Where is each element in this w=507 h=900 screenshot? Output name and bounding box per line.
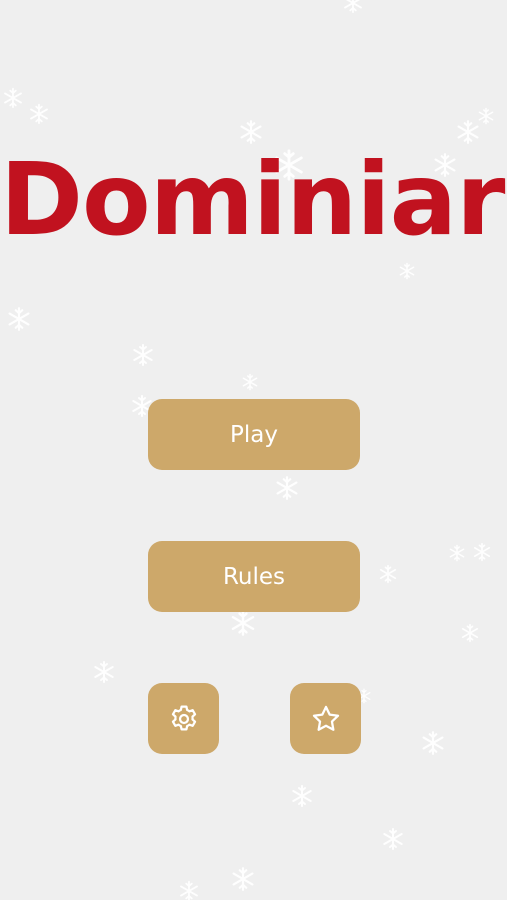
play-button-label: Play: [230, 421, 278, 448]
snowflake-icon: [229, 609, 257, 637]
snowflake-icon: [290, 784, 314, 808]
snowflake-icon: [448, 544, 466, 562]
play-button[interactable]: Play: [148, 399, 360, 470]
snowflake-icon: [241, 373, 259, 391]
snowflake-icon: [28, 103, 50, 125]
snowflake-icon: [2, 87, 24, 109]
snowflake-icon: [398, 262, 416, 280]
snowflake-icon: [131, 343, 155, 367]
settings-button[interactable]: [148, 683, 219, 754]
snowflake-icon: [274, 475, 300, 501]
star-icon: [309, 702, 343, 736]
snowflake-icon: [420, 730, 446, 756]
favorite-button[interactable]: [290, 683, 361, 754]
app-title: Dominiard: [0, 141, 507, 258]
main-menu-screen: Dominiard Play Rules: [0, 0, 507, 900]
gear-icon: [167, 702, 201, 736]
snowflake-icon: [230, 866, 256, 892]
snowflake-icon: [6, 306, 32, 332]
snowflake-icon: [92, 660, 116, 684]
snowflake-icon: [477, 107, 495, 125]
rules-button[interactable]: Rules: [148, 541, 360, 612]
snowflake-icon: [381, 827, 405, 851]
snowflake-icon: [178, 880, 200, 900]
snowflake-icon: [472, 542, 492, 562]
snowflake-icon: [460, 623, 480, 643]
rules-button-label: Rules: [222, 563, 286, 590]
snowflake-icon: [342, 0, 364, 14]
snowflake-icon: [378, 564, 398, 584]
